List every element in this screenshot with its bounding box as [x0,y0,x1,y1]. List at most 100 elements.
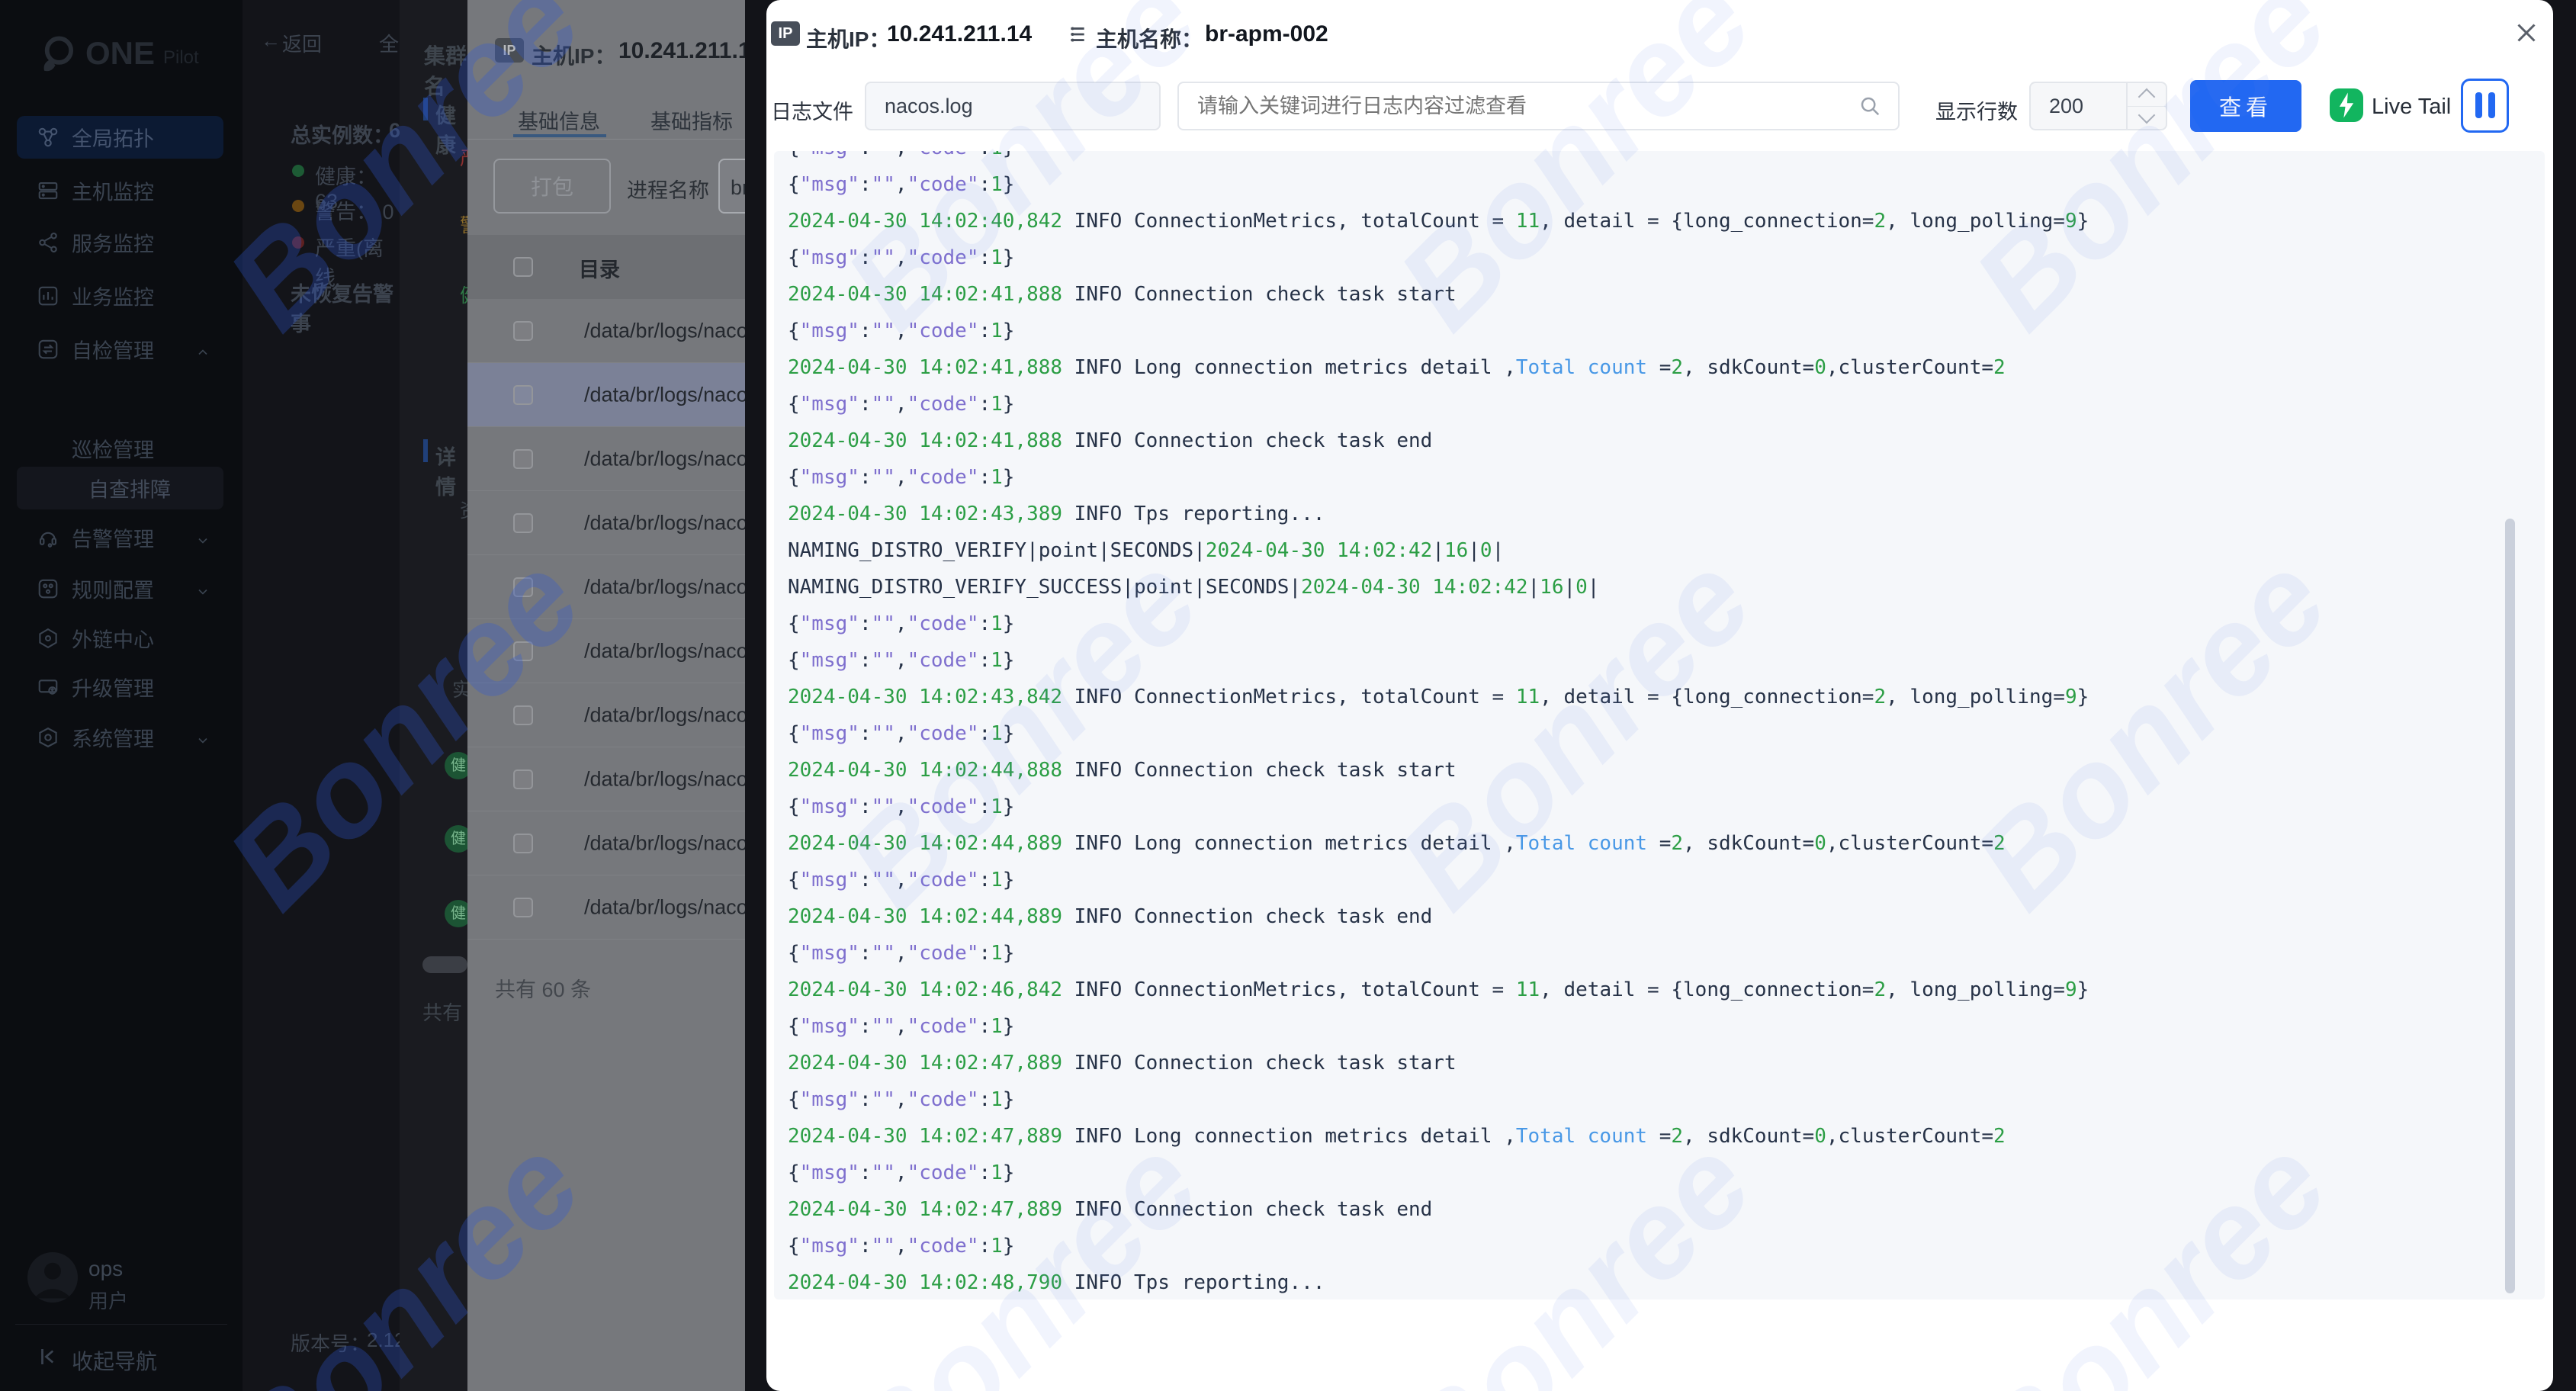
view-button[interactable]: 查看 [2190,80,2301,132]
log-line: 2024-04-30 14:02:44,888 INFO Connection … [788,752,2089,789]
directory-row[interactable]: /data/br/logs/nacos [467,555,745,619]
live-tail-label: Live Tail [2372,95,2451,120]
log-file-input[interactable] [865,82,1161,130]
log-line: {"msg":"","code":1} [788,642,2089,679]
healthy-badge: 健 [445,900,467,927]
row-checkbox[interactable] [513,705,533,725]
avatar[interactable] [27,1252,78,1303]
log-line: 2024-04-30 14:02:47,889 INFO Long connec… [788,1118,2089,1155]
log-line: {"msg":"","code":1} [788,935,2089,972]
status-dot [292,165,304,177]
section-bar [423,439,428,462]
log-line: NAMING_DISTRO_VERIFY|point|SECONDS|2024-… [788,532,2089,569]
log-file-label: 日志文件 [771,95,853,125]
sidebar-item-label: 系统管理 [72,723,154,753]
host-detail-drawer: IP 主机IP： 10.241.211.14 基础信息 基础指标 打包 进程名称… [467,0,745,1391]
directory-row[interactable]: /data/br/logs/nacos [467,875,745,940]
log-line: {"msg":"","code":1} [788,789,2089,825]
sidebar-item-1[interactable]: 全局拓扑 [17,116,223,159]
row-checkbox[interactable] [513,449,533,469]
row-checkbox[interactable] [513,834,533,853]
collapse-icon [37,1345,59,1368]
user-name: ops [88,1257,123,1281]
directory-row[interactable]: /data/br/logs/nacos [467,427,745,491]
log-line: 2024-04-30 14:02:41,888 INFO Connection … [788,276,2089,313]
collapse-nav-button[interactable]: 收起导航 [0,1339,243,1376]
sidebar-item-10[interactable]: 外链中心 [0,617,243,660]
row-checkbox[interactable] [513,385,533,405]
sidebar-item-label: 全局拓扑 [72,123,154,153]
sidebar-item-9[interactable]: 规则配置 [0,567,243,610]
directory-row[interactable]: /data/br/logs/nacos [467,619,745,683]
row-checkbox[interactable] [513,769,533,789]
close-icon[interactable] [2513,19,2540,47]
unrecovered-alerts-label: 未恢复告警事 [291,278,400,337]
pause-button[interactable] [2461,79,2509,133]
selfcheck-icon [37,338,59,361]
sidebar-item-11[interactable]: 升级管理 [0,666,243,708]
stepper-up-button[interactable] [2128,82,2167,107]
tab-basic-metrics[interactable]: 基础指标 [650,105,733,135]
host-ip-label: 主机IP： [806,23,890,53]
directory-row[interactable]: /data/br/logs/nacos [467,683,745,747]
select-all-checkbox[interactable] [513,257,533,277]
drawer-ip-value: 10.241.211.14 [618,38,745,64]
search-icon[interactable] [1858,95,1881,117]
directory-row[interactable]: /data/br/logs/nacos [467,491,745,555]
sidebar-item-5[interactable]: 自检管理 [0,328,243,371]
row-checkbox[interactable] [513,321,533,341]
tab-basic-info[interactable]: 基础信息 [518,105,600,135]
directory-row[interactable]: /data/br/logs/nacos [467,811,745,875]
log-content-area: {"msg":"","code":1}{"msg":"","code":1}20… [774,151,2545,1299]
host-list-icon [1068,24,1087,44]
log-scrollbar-thumb[interactable] [2505,519,2515,1293]
sidebar-item-3[interactable]: 服务监控 [0,221,243,264]
log-lines: {"msg":"","code":1}{"msg":"","code":1}20… [788,151,2089,1299]
sidebar-item-label: 服务监控 [72,228,154,258]
status-dot [292,200,304,212]
sidebar-item-2[interactable]: 主机监控 [0,169,243,212]
row-checkbox[interactable] [513,898,533,917]
directory-path: /data/br/logs/nacos [584,767,745,791]
directory-row[interactable]: /data/br/logs/nacos [467,747,745,811]
business-icon [37,284,59,307]
screen: ONE Pilot 全局拓扑主机监控服务监控业务监控自检管理巡检管理自查排障告警… [0,0,2576,1391]
version-label: 版本号： [291,1328,370,1357]
row-checkbox[interactable] [513,641,533,661]
back-arrow-icon[interactable]: ← [261,29,281,53]
sidebar-item-label: 业务监控 [72,281,154,311]
stat-row: 警告： 0 [315,195,394,225]
directory-row[interactable]: /data/br/logs/nacos [467,299,745,363]
sidebar-item-label: 巡检管理 [72,434,154,464]
process-name-input[interactable]: br [718,159,745,214]
log-line: {"msg":"","code":1} [788,606,2089,642]
search-input[interactable] [1177,82,1900,130]
stepper-down-button[interactable] [2128,106,2167,130]
directory-row[interactable]: /data/br/logs/nacos [467,363,745,427]
line-count-label: 显示行数 [1935,95,2018,125]
row-checkbox[interactable] [513,577,533,597]
back-link[interactable]: 返回 [282,29,322,57]
sidebar-item-label: 自检管理 [72,335,154,365]
directory-column-header: 目录 [579,253,620,283]
progress-bar [422,956,467,973]
host-ip-value: 10.241.211.14 [887,21,1032,47]
chevron-up-icon [195,342,210,357]
directory-path: /data/br/logs/nacos [584,831,745,855]
log-line: {"msg":"","code":1} [788,239,2089,276]
sidebar-item-12[interactable]: 系统管理 [0,716,243,759]
sidebar-item-8[interactable]: 告警管理 [0,516,243,559]
directory-path: /data/br/logs/nacos [584,703,745,727]
sidebar-item-4[interactable]: 业务监控 [0,275,243,317]
sidebar-item-6[interactable]: 巡检管理 [0,427,243,470]
logo-suffix: Pilot [163,47,199,69]
rules-icon [37,577,59,600]
log-line: 2024-04-30 14:02:41,888 INFO Connection … [788,422,2089,459]
log-line: 2024-04-30 14:02:43,842 INFO ConnectionM… [788,679,2089,715]
sidebar-item-7[interactable]: 自查排障 [17,467,223,509]
total-fragment: 共有 [422,997,462,1026]
pack-button[interactable]: 打包 [493,159,611,214]
topology-icon [37,126,59,149]
row-checkbox[interactable] [513,513,533,533]
system-icon [37,726,59,749]
